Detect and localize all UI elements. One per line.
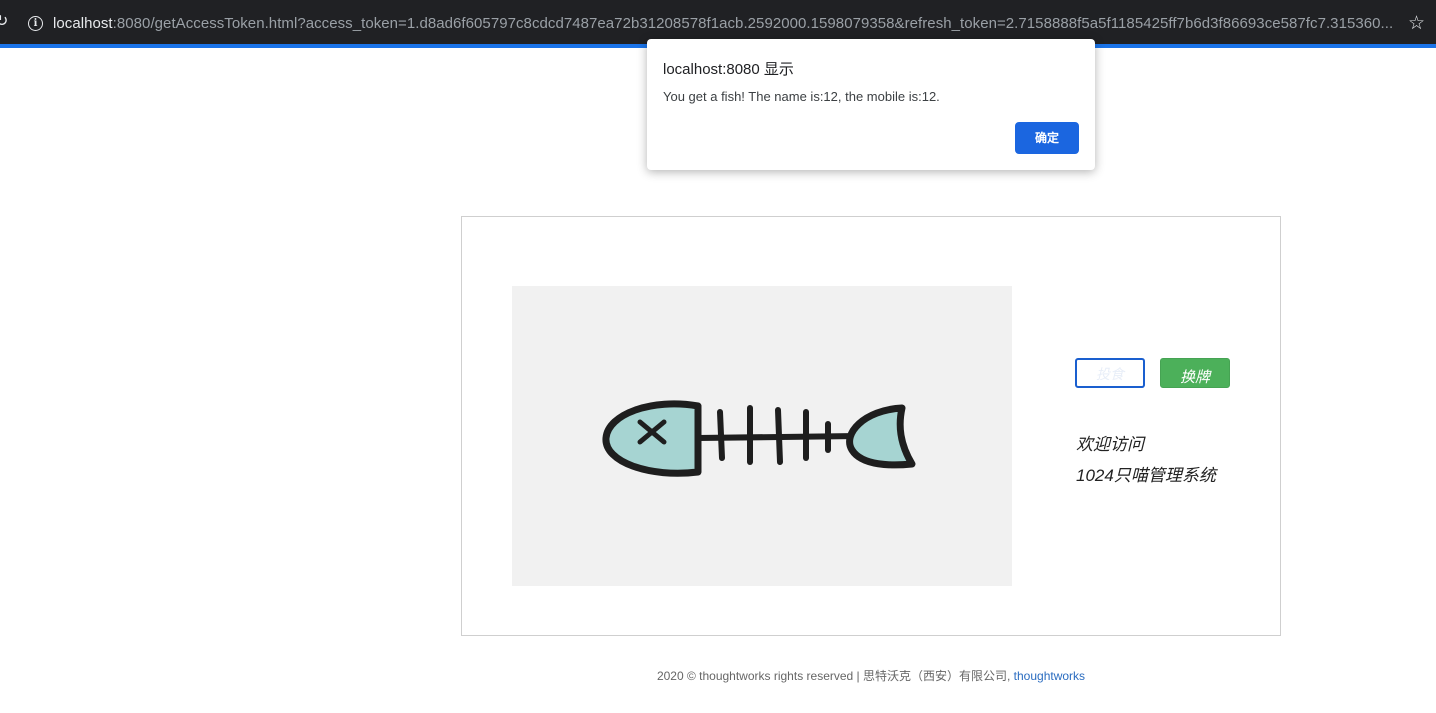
url-path: :8080/getAccessToken.html?access_token=1… xyxy=(112,15,1394,32)
url-host: localhost xyxy=(53,15,113,32)
switch-card-button[interactable]: 换牌 xyxy=(1160,358,1230,388)
welcome-line-1: 欢迎访问 xyxy=(1076,435,1144,454)
footer-link[interactable]: thoughtworks xyxy=(1014,669,1085,683)
dialog-title: localhost:8080 显示 xyxy=(663,61,794,78)
dialog-message: You get a fish! The name is:12, the mobi… xyxy=(663,89,940,104)
ok-button[interactable]: 确定 xyxy=(1015,122,1079,154)
info-icon[interactable]: i xyxy=(28,16,43,31)
alert-dialog: localhost:8080 显示 You get a fish! The na… xyxy=(647,39,1095,170)
fish-image xyxy=(512,286,1012,586)
welcome-line-2: 1024只喵管理系统 xyxy=(1076,466,1216,485)
browser-toolbar: ↻ i localhost:8080/getAccessToken.html?a… xyxy=(0,0,1436,44)
fish-bone-illustration xyxy=(602,400,916,477)
star-icon[interactable]: ☆ xyxy=(1408,12,1425,35)
welcome-message: 欢迎访问 1024只喵管理系统 xyxy=(1076,429,1216,491)
address-bar[interactable]: localhost:8080/getAccessToken.html?acces… xyxy=(53,15,1398,32)
main-panel: 投食 换牌 欢迎访问 1024只喵管理系统 xyxy=(461,216,1281,636)
footer: 2020 © thoughtworks rights reserved | 思特… xyxy=(0,667,1436,684)
feed-button[interactable]: 投食 xyxy=(1075,358,1145,388)
footer-copyright: 2020 © thoughtworks rights reserved | 思特… xyxy=(656,669,1014,683)
reload-icon[interactable]: ↻ xyxy=(0,14,7,30)
